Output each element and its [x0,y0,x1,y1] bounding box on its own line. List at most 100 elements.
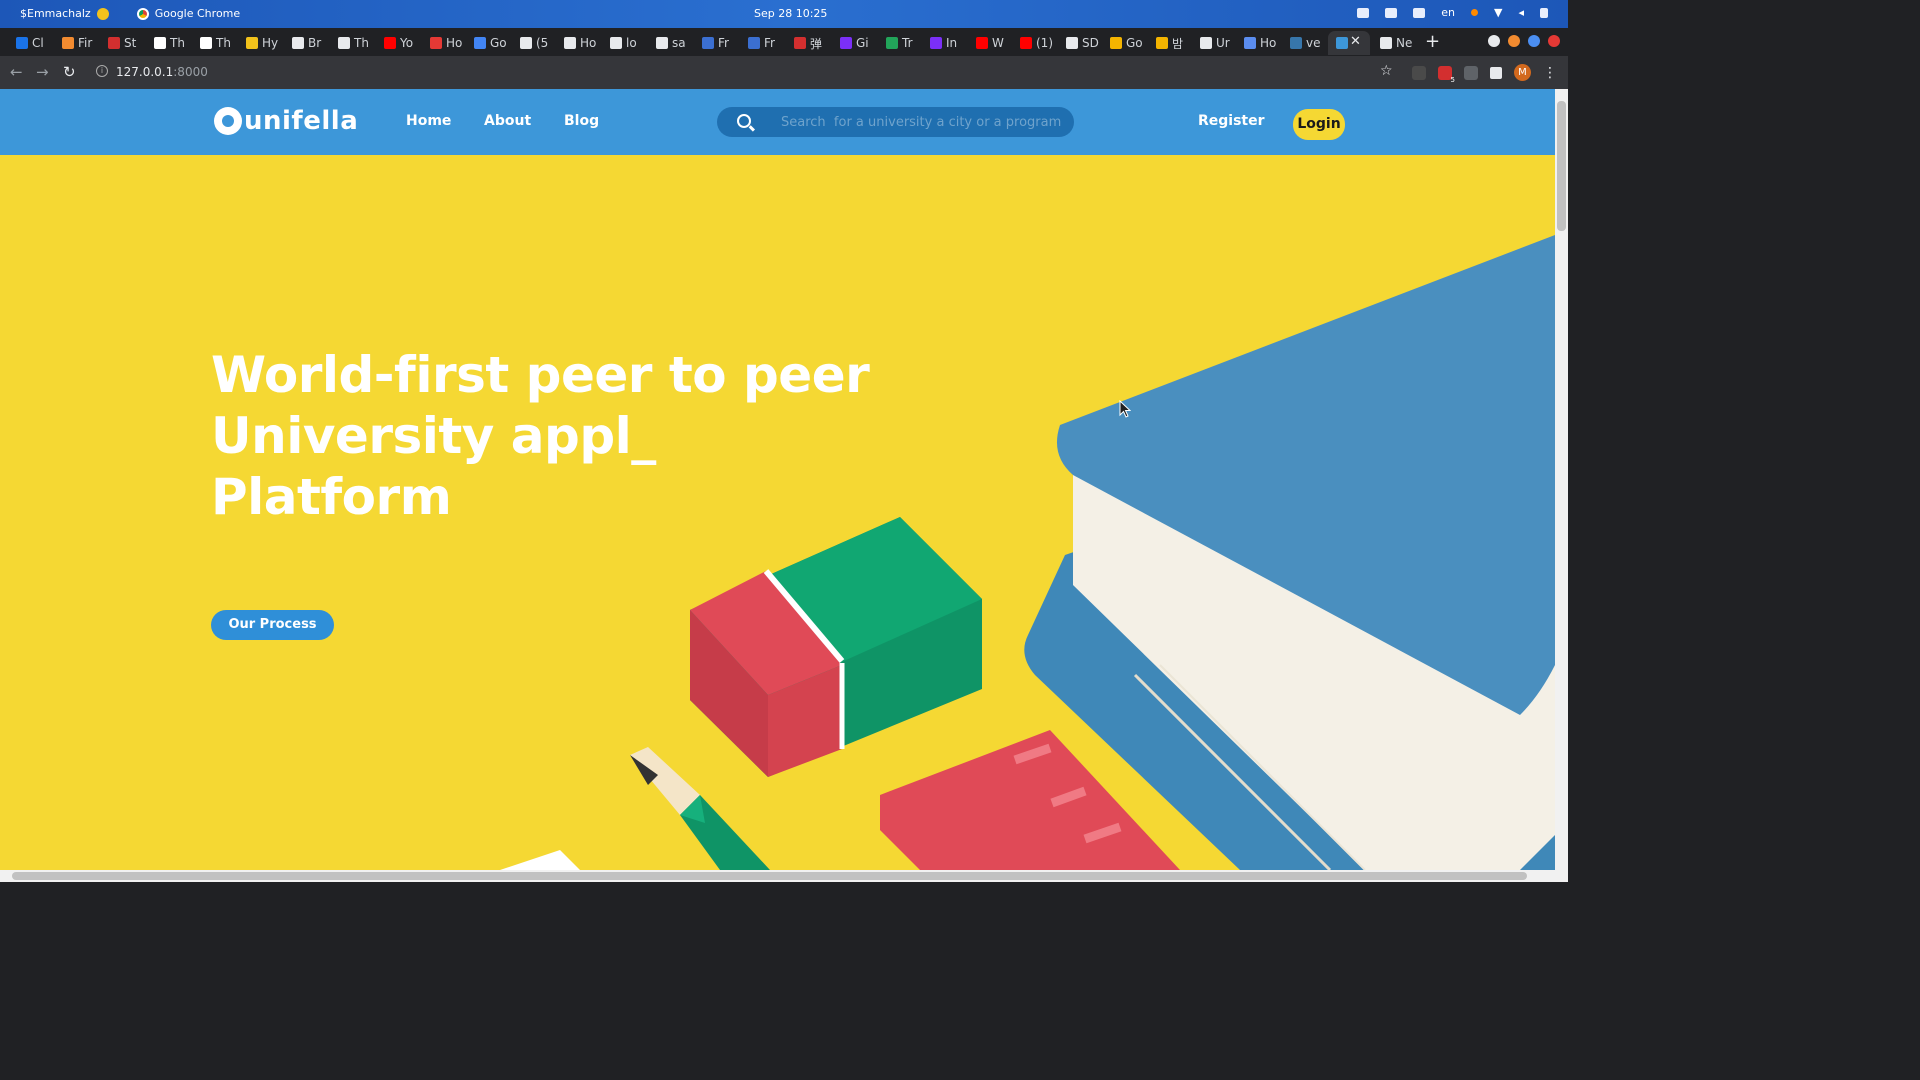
tab-favicon-icon [976,37,988,49]
tab-label: In [946,36,958,50]
login-button[interactable]: Login [1293,109,1345,140]
address-bar[interactable]: i 127.0.0.1:8000 [88,60,1408,85]
tab-favicon-icon [384,37,396,49]
mouse-cursor-icon [1119,400,1131,418]
site-logo[interactable]: unifella [214,106,358,136]
tab-favicon-icon [610,37,622,49]
volume-icon[interactable]: ◂ [1518,6,1524,19]
profile-avatar[interactable]: M [1514,64,1531,81]
browser-tab[interactable]: ve [1282,31,1328,55]
bookmark-star-icon[interactable]: ☆ [1380,63,1393,79]
chrome-icon [136,7,149,20]
browser-tab[interactable]: In [922,31,968,55]
tab-favicon-icon [338,37,350,49]
browser-tab[interactable]: Hy [238,31,284,55]
notification-dot-icon [1471,9,1478,16]
vertical-scrollbar[interactable] [1555,89,1568,870]
browser-tab[interactable]: Ne [1372,31,1418,55]
browser-tab[interactable]: Gi [832,31,878,55]
tab-favicon-icon [474,37,486,49]
browser-tab[interactable]: Th [330,31,376,55]
puzzle-extensions-icon[interactable] [1490,66,1502,79]
browser-tab[interactable]: Ur [1192,31,1238,55]
close-tab-icon[interactable]: ✕ [1350,34,1361,49]
browser-tab[interactable]: Fr [740,31,786,55]
browser-tab[interactable]: 밤 [1148,31,1194,55]
keyboard-language[interactable]: en [1441,6,1455,19]
tab-favicon-icon [154,37,166,49]
tab-favicon-icon [1380,37,1392,49]
new-tab-button[interactable]: + [1425,31,1440,52]
back-arrow-icon[interactable]: ← [10,63,23,81]
search-icon[interactable] [737,114,751,128]
os-active-app[interactable]: Google Chrome [136,7,240,20]
browser-tab[interactable]: 弹 [786,31,832,55]
browser-tab[interactable]: Go [466,31,512,55]
browser-tab[interactable] [1328,31,1370,55]
apps-grid-icon[interactable] [1385,7,1398,18]
os-top-bar: $Emmachalz Google Chrome Sep 28 10:25 en… [0,0,1568,28]
tab-label: Fr [718,36,729,50]
extension-badge-icon[interactable]: 5 [1438,65,1455,84]
nav-home-link[interactable]: Home [406,113,451,129]
tab-favicon-icon [16,37,28,49]
window-maximize-button[interactable] [1528,35,1540,47]
tab-strip: Cl Fir St Th Th Hy Br Th Yo Ho Go (5 Ho lo sa Fr Fr 弹 Gi Tr… [0,28,1568,56]
tab-label: Ho [580,36,597,50]
emoji-icon [96,7,109,20]
tab-favicon-icon [62,37,74,49]
reload-icon[interactable]: ↻ [63,63,76,81]
browser-tab[interactable]: sa [648,31,694,55]
browser-tab[interactable]: Yo [376,31,422,55]
tab-label: Ur [1216,36,1230,50]
browser-tab[interactable]: Cl [8,31,54,55]
tab-favicon-icon [794,37,806,49]
browser-tab[interactable]: Ho [422,31,468,55]
tab-favicon-icon [430,37,442,49]
browser-tab[interactable]: lo [602,31,648,55]
tab-label: Ho [1260,36,1277,50]
browser-tab[interactable]: St [100,31,146,55]
browser-tab[interactable]: (5 [512,31,558,55]
window-minimize-button[interactable] [1508,35,1520,47]
sync-icon[interactable] [1464,65,1478,80]
search-input[interactable] [781,113,1061,131]
register-link[interactable]: Register [1198,113,1265,129]
tab-search-icon[interactable] [1488,35,1500,47]
browser-tab[interactable]: Go [1102,31,1148,55]
browser-tab[interactable]: Br [284,31,330,55]
clipboard-icon[interactable] [1413,7,1426,18]
nav-about-link[interactable]: About [484,113,531,129]
browser-tab[interactable]: Ho [556,31,602,55]
browser-tab[interactable]: W [968,31,1014,55]
tab-favicon-icon [246,37,258,49]
tab-label: Cl [32,36,44,50]
window-close-button[interactable] [1548,35,1560,47]
forward-arrow-icon[interactable]: → [36,63,49,81]
browser-tab[interactable]: Th [192,31,238,55]
tab-favicon-icon [656,37,668,49]
wifi-icon[interactable]: ▼ [1494,6,1502,19]
browser-tab[interactable]: Fr [694,31,740,55]
tab-favicon-icon [1110,37,1122,49]
browser-tab[interactable]: (1) [1012,31,1058,55]
chrome-menu-icon[interactable]: ⋮ [1543,65,1557,81]
extension-icon[interactable] [1412,65,1426,80]
browser-tab[interactable]: Th [146,31,192,55]
battery-icon[interactable] [1540,7,1548,18]
our-process-button[interactable]: Our Process [211,610,334,640]
browser-tab[interactable]: Ho [1236,31,1282,55]
screen-icon[interactable] [1357,7,1370,18]
tab-label: St [124,36,137,50]
browser-tab[interactable]: Fir [54,31,100,55]
site-info-icon[interactable]: i [96,65,108,77]
scroll-thumb[interactable] [12,872,1527,880]
scroll-thumb[interactable] [1557,101,1566,231]
nav-blog-link[interactable]: Blog [564,113,599,129]
browser-tab[interactable]: Tr [878,31,924,55]
os-user-menu[interactable]: $Emmachalz [20,7,109,20]
os-clock[interactable]: Sep 28 10:25 [754,7,827,20]
browser-tab[interactable]: SD [1058,31,1104,55]
horizontal-scrollbar[interactable] [0,870,1568,882]
tab-label: Fir [78,36,93,50]
